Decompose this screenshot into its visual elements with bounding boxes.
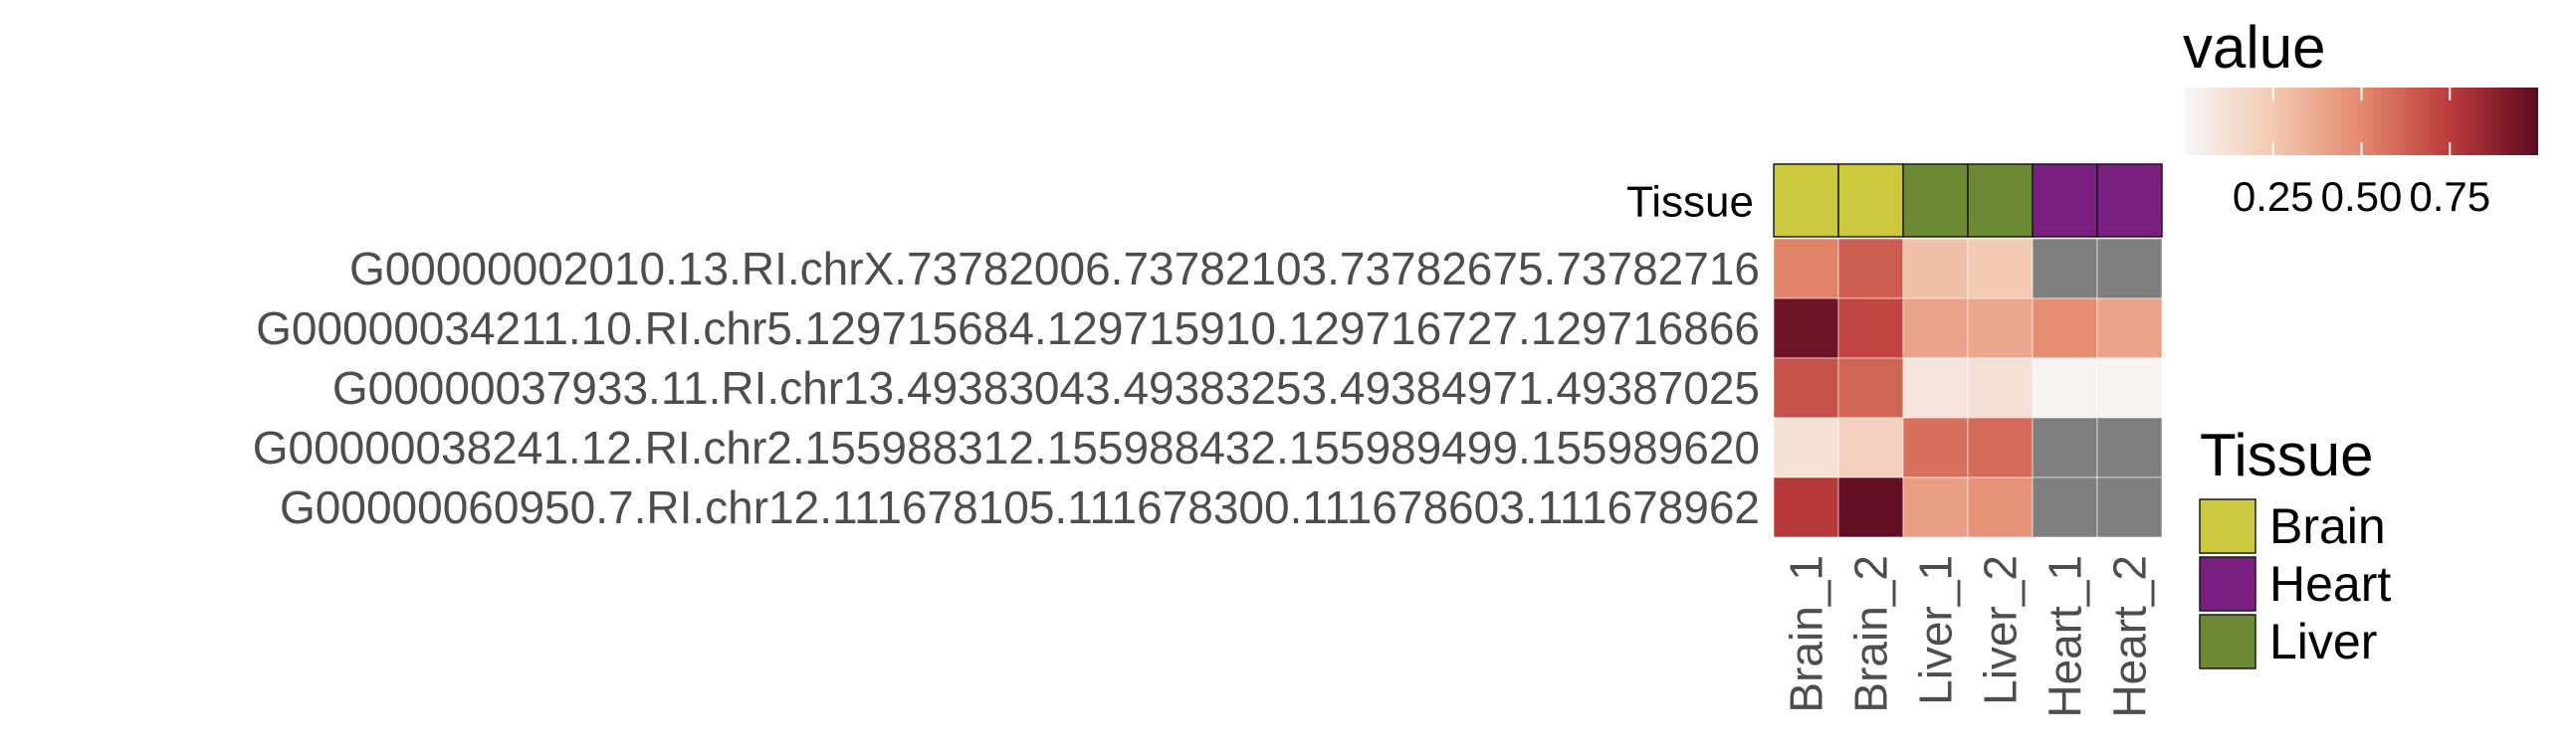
heatmap-cell bbox=[1837, 238, 1904, 299]
annotation-label: Tissue bbox=[1626, 178, 1754, 227]
colorbar-title: value bbox=[2183, 14, 2325, 81]
heatmap-cell bbox=[1902, 417, 1969, 478]
row-label: G00000037933.11.RI.chr13.49383043.493832… bbox=[332, 362, 1760, 414]
heatmap-cell bbox=[1902, 238, 1969, 299]
tissue-legend-title: Tissue bbox=[2200, 422, 2374, 488]
column-labels: Brain_1 Brain_2 Liver_1 Liver_2 Heart_1 Heart… bbox=[1781, 555, 2156, 718]
heatmap-cell bbox=[1967, 297, 2034, 359]
heatmap-cell bbox=[2096, 357, 2163, 419]
heatmap-cell bbox=[1902, 297, 1969, 359]
row-labels: G00000002010.13.RI.chrX.73782006.7378210… bbox=[253, 243, 1760, 533]
column-label: Brain_2 bbox=[1845, 555, 1897, 713]
colorbar-tick-label: 0.50 bbox=[2321, 173, 2403, 220]
column-label: Liver_1 bbox=[1910, 555, 1962, 705]
heatmap-cell bbox=[1773, 357, 1839, 419]
legend-swatch bbox=[2199, 614, 2256, 669]
heatmap-cell bbox=[1837, 476, 1904, 538]
tissue-legend-items: BrainHeartLiver bbox=[2199, 498, 2391, 669]
annotation-cell bbox=[1837, 163, 1904, 238]
heatmap-cell bbox=[1902, 357, 1969, 419]
heatmap-cell bbox=[1773, 297, 1839, 359]
heatmap-cell bbox=[1967, 357, 2034, 419]
column-label: Brain_1 bbox=[1781, 555, 1832, 713]
column-label: Heart_2 bbox=[2104, 555, 2156, 718]
column-label: Heart_1 bbox=[2039, 555, 2091, 718]
heatmap-cell bbox=[1837, 357, 1904, 419]
heatmap-cell bbox=[1967, 476, 2034, 538]
heatmap-cell bbox=[2096, 417, 2163, 478]
heatmap-cell bbox=[2032, 238, 2098, 299]
legend-swatch bbox=[2199, 556, 2256, 612]
heatmap-cell bbox=[1773, 238, 1839, 299]
legend-label: Heart bbox=[2269, 556, 2391, 612]
colorbar-tick-label: 0.75 bbox=[2409, 173, 2490, 220]
annotation-cell bbox=[2032, 163, 2098, 238]
heatmap-cell bbox=[1773, 417, 1839, 478]
heatmap-cell bbox=[2032, 357, 2098, 419]
colorbar-legend: value 0.25 0.50 0.75 bbox=[2183, 14, 2538, 220]
heatmap-cell bbox=[1837, 297, 1904, 359]
annotation-cell bbox=[1967, 163, 2034, 238]
row-label: G00000060950.7.RI.chr12.111678105.111678… bbox=[280, 481, 1760, 533]
row-label: G00000038241.12.RI.chr2.155988312.155988… bbox=[253, 422, 1760, 473]
legend-swatch bbox=[2199, 498, 2256, 554]
colorbar-tick-label: 0.25 bbox=[2233, 173, 2314, 220]
heatmap-cell bbox=[2032, 476, 2098, 538]
tissue-legend: Tissue BrainHeartLiver bbox=[2199, 422, 2391, 669]
annotation-cell bbox=[1902, 163, 1969, 238]
heatmap-cell bbox=[2032, 417, 2098, 478]
row-label: G00000002010.13.RI.chrX.73782006.7378210… bbox=[349, 243, 1760, 294]
tissue-annotation-bar bbox=[1773, 163, 2163, 238]
heatmap-cell bbox=[1967, 417, 2034, 478]
heatmap-cells bbox=[1773, 238, 2163, 538]
heatmap-cell bbox=[2096, 476, 2163, 538]
heatmap-chart: Tissue G00000002010.13.RI.chrX.73782006.… bbox=[253, 14, 2538, 718]
legend-label: Liver bbox=[2269, 614, 2377, 669]
heatmap-cell bbox=[1773, 476, 1839, 538]
heatmap-cell bbox=[1902, 476, 1969, 538]
annotation-cell bbox=[2096, 163, 2163, 238]
heatmap-cell bbox=[1967, 238, 2034, 299]
column-label: Liver_2 bbox=[1975, 555, 2027, 705]
heatmap-cell bbox=[2096, 238, 2163, 299]
row-label: G00000034211.10.RI.chr5.129715684.129715… bbox=[256, 302, 1760, 354]
heatmap-cell bbox=[1837, 417, 1904, 478]
heatmap-cell bbox=[2096, 297, 2163, 359]
heatmap-cell bbox=[2032, 297, 2098, 359]
legend-label: Brain bbox=[2269, 498, 2386, 554]
annotation-cell bbox=[1773, 163, 1839, 238]
